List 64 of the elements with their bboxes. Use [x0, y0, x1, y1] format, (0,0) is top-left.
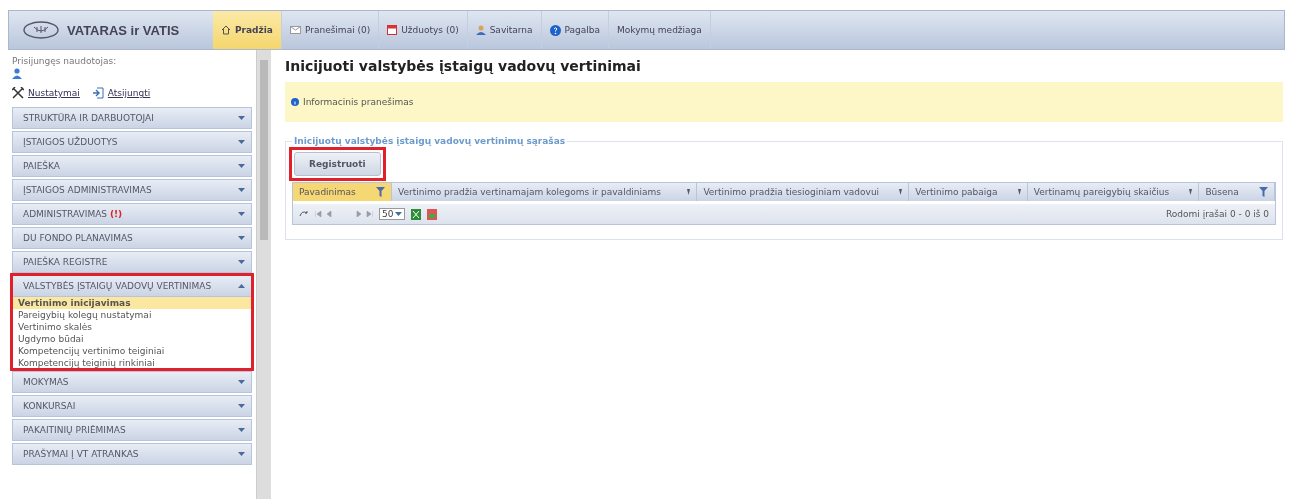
caret-icon: [238, 260, 245, 264]
nav-tab[interactable]: Užduotys (0): [379, 11, 468, 49]
caret-icon: [238, 428, 245, 432]
caret-icon: [238, 212, 245, 216]
menu-section-header[interactable]: PRAŠYMAI Į VT ATRANKAS: [12, 443, 252, 465]
nav-tab[interactable]: Pradžia: [213, 11, 282, 49]
scrollbar[interactable]: [256, 50, 271, 499]
menu-section-header[interactable]: PAIEŠKA REGISTRE: [12, 251, 252, 273]
caret-icon: [238, 452, 245, 456]
sort-mark-icon[interactable]: [1017, 189, 1021, 195]
person-icon: [475, 25, 486, 35]
user-label: Prisijungęs naudotojas:: [12, 56, 118, 66]
sort-mark-icon[interactable]: [1189, 189, 1193, 195]
sort-mark-icon[interactable]: [899, 189, 903, 195]
menu-section-header[interactable]: ADMINISTRAVIMAS (!): [12, 203, 252, 225]
page-size-select[interactable]: 50: [379, 208, 406, 220]
caret-icon: [238, 404, 245, 408]
list-legend: Inicijuotų valstybės įstaigų vadovų vertinimų sąrašas: [292, 136, 568, 146]
nav-tab[interactable]: Savitarna: [467, 11, 542, 49]
logo-text: VATARAS ir VATIS: [67, 22, 180, 38]
caret-icon: [395, 212, 403, 216]
page-title: Inicijuoti valstybės įstaigų vadovų vertinimai: [285, 58, 642, 74]
user-link[interactable]: Atsijungti: [91, 87, 151, 99]
menu-item[interactable]: Vertinimo inicijavimas: [12, 297, 252, 309]
caret-icon: [238, 116, 245, 120]
menu-section-header[interactable]: STRUKTŪRA IR DARBUOTOJAI: [12, 107, 252, 129]
logout-icon: [91, 87, 104, 99]
menu-section-header[interactable]: ĮSTAIGOS ADMINISTRAVIMAS: [12, 179, 252, 201]
pdf-export-icon[interactable]: [427, 208, 438, 220]
column-header[interactable]: Pavadinimas: [293, 183, 392, 201]
calendar-icon: [387, 25, 398, 35]
info-icon: [291, 98, 299, 106]
excel-export-icon[interactable]: [411, 208, 422, 220]
menu-section-header[interactable]: PAIEŠKA: [12, 155, 252, 177]
caret-icon: [238, 164, 245, 168]
menu-section-header[interactable]: ĮSTAIGOS UŽDUOTYS: [12, 131, 252, 153]
caret-icon: [238, 284, 245, 288]
user-icon: [12, 68, 22, 79]
info-text: Informacinis pranešimas: [303, 97, 414, 107]
menu-section-header[interactable]: MOKYMAS: [12, 371, 252, 393]
menu-section-header[interactable]: KONKURSAI: [12, 395, 252, 417]
menu-section-header[interactable]: PAKAITINIŲ PRIĖMIMAS: [12, 419, 252, 441]
caret-icon: [238, 140, 245, 144]
logo-icon: [23, 21, 59, 39]
tools-icon: [12, 87, 24, 99]
caret-icon: [238, 380, 245, 384]
filter-icon[interactable]: [376, 187, 385, 197]
envelope-icon: [289, 26, 301, 34]
menu-section-header[interactable]: VALSTYBĖS ĮSTAIGŲ VADOVŲ VERTINIMAS: [12, 275, 252, 297]
home-icon: [221, 25, 231, 35]
records-summary: Rodomi įrašai 0 - 0 iš 0: [1165, 209, 1269, 219]
register-button[interactable]: Registruoti: [294, 152, 381, 176]
nav-tab[interactable]: Mokymų medžiaga: [609, 11, 711, 49]
menu-section-header[interactable]: DU FONDO PLANAVIMAS: [12, 227, 252, 249]
refresh-icon[interactable]: [299, 210, 309, 218]
pager-arrows-icon[interactable]: [315, 211, 373, 217]
nav-tab[interactable]: Pagalba: [541, 11, 610, 49]
help-icon: [549, 24, 561, 36]
filter-icon[interactable]: [1258, 187, 1268, 197]
user-link[interactable]: Nustatymai: [12, 87, 80, 99]
caret-icon: [238, 188, 245, 192]
sort-mark-icon[interactable]: [687, 189, 691, 195]
nav-tab[interactable]: Pranešimai (0): [281, 11, 380, 49]
caret-icon: [238, 236, 245, 240]
